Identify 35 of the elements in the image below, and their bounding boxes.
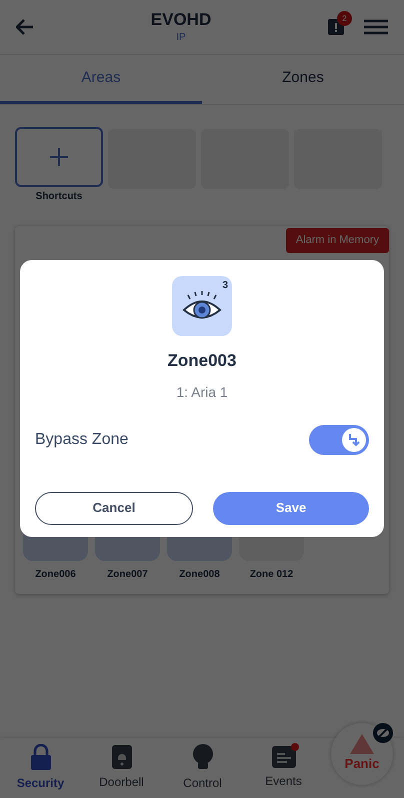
- nav-item[interactable]: Security: [0, 744, 81, 792]
- dialog-button[interactable]: Cancel: [35, 492, 193, 524]
- lock-icon: [30, 744, 52, 770]
- zone-name: Zone003: [168, 350, 236, 372]
- alarm-in-memory-badge: Alarm in Memory: [286, 228, 389, 252]
- lightbulb-icon: [192, 744, 214, 770]
- zone-area: 1: Aria 1: [176, 382, 228, 402]
- header-title: EVOHD: [150, 10, 212, 30]
- doorbell-icon: [112, 745, 132, 769]
- nav-item[interactable]: Doorbell: [81, 745, 162, 791]
- header-subtitle: IP: [176, 30, 186, 44]
- shortcuts-label: Shortcuts: [36, 190, 82, 204]
- nav-item[interactable]: Control: [162, 744, 243, 792]
- nav-item[interactable]: Events: [243, 746, 324, 790]
- panic-button[interactable]: Panic: [331, 723, 393, 785]
- hidden-eye-icon: [373, 723, 393, 743]
- toggle-knob-icon: [342, 428, 366, 452]
- warning-icon: [350, 734, 374, 754]
- bypass-zone-label: Bypass Zone: [35, 430, 128, 450]
- menu-icon[interactable]: [364, 19, 388, 35]
- bypass-toggle[interactable]: [309, 424, 369, 454]
- plus-icon: [50, 148, 68, 166]
- dialog-button[interactable]: Save: [213, 492, 369, 524]
- events-icon: [272, 746, 296, 768]
- notification-badge: 2: [337, 11, 352, 26]
- tab[interactable]: Zones: [202, 55, 404, 104]
- zone-label: Zone006: [35, 568, 76, 582]
- tab[interactable]: Areas: [0, 55, 202, 104]
- back-arrow-icon[interactable]: [16, 19, 34, 35]
- eye-icon: [182, 291, 222, 321]
- zone-label: Zone007: [107, 568, 148, 582]
- zone-label: Zone008: [179, 568, 220, 582]
- zone-number: 3: [222, 279, 228, 293]
- zone-label: Zone 012: [250, 568, 294, 582]
- add-shortcut-button[interactable]: [15, 127, 103, 187]
